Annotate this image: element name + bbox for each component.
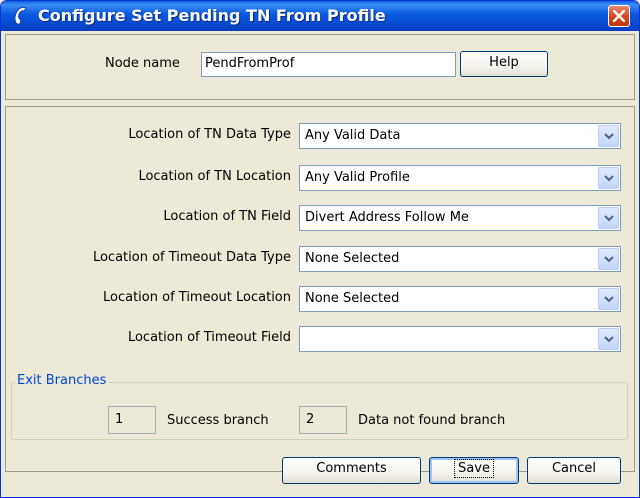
chevron-down-icon[interactable] xyxy=(598,167,619,189)
success-branch-number: 1 xyxy=(108,406,156,434)
cancel-button[interactable]: Cancel xyxy=(527,457,621,484)
tn-data-type-label: Location of TN Data Type xyxy=(128,127,291,142)
timeout-location-label: Location of Timeout Location xyxy=(103,290,291,305)
data-not-found-branch-label: Data not found branch xyxy=(358,413,506,428)
node-name-panel: Node name PendFromProf Help xyxy=(5,34,635,100)
timeout-data-type-value: None Selected xyxy=(305,251,400,266)
node-name-label: Node name xyxy=(105,56,180,71)
data-not-found-branch-number: 2 xyxy=(299,406,347,434)
phone-handset-icon xyxy=(11,5,33,27)
timeout-data-type-row: Location of Timeout Data Type xyxy=(1,246,291,272)
tn-location-label: Location of TN Location xyxy=(138,169,291,184)
chevron-down-icon[interactable] xyxy=(598,328,619,350)
tn-field-select[interactable]: Divert Address Follow Me xyxy=(299,205,621,231)
timeout-field-row: Location of Timeout Field xyxy=(1,326,291,352)
exit-branches-title: Exit Branches xyxy=(15,373,109,388)
title-bar[interactable]: Configure Set Pending TN From Profile xyxy=(1,1,639,31)
timeout-field-label: Location of Timeout Field xyxy=(127,330,291,345)
window-title: Configure Set Pending TN From Profile xyxy=(38,6,386,25)
tn-location-select[interactable]: Any Valid Profile xyxy=(299,165,621,191)
close-icon xyxy=(613,10,625,22)
chevron-down-icon[interactable] xyxy=(598,248,619,270)
comments-button[interactable]: Comments xyxy=(282,457,421,484)
tn-data-type-row: Location of TN Data Type xyxy=(1,123,291,149)
timeout-data-type-select[interactable]: None Selected xyxy=(299,246,621,272)
close-button[interactable] xyxy=(608,5,630,27)
chevron-down-icon[interactable] xyxy=(598,207,619,229)
tn-field-value: Divert Address Follow Me xyxy=(305,210,469,225)
timeout-location-select[interactable]: None Selected xyxy=(299,286,621,312)
help-button[interactable]: Help xyxy=(460,51,548,77)
chevron-down-icon[interactable] xyxy=(598,125,619,147)
timeout-location-value: None Selected xyxy=(305,291,400,306)
dialog-window: Configure Set Pending TN From Profile No… xyxy=(0,0,640,498)
timeout-data-type-label: Location of Timeout Data Type xyxy=(92,250,291,265)
tn-field-label: Location of TN Field xyxy=(163,209,291,224)
tn-data-type-select[interactable]: Any Valid Data xyxy=(299,123,621,149)
timeout-location-row: Location of Timeout Location xyxy=(1,286,291,312)
save-button[interactable]: Save xyxy=(429,457,519,484)
timeout-field-select[interactable] xyxy=(299,326,621,352)
tn-data-type-value: Any Valid Data xyxy=(305,128,401,143)
chevron-down-icon[interactable] xyxy=(598,288,619,310)
tn-location-value: Any Valid Profile xyxy=(305,170,410,185)
tn-location-row: Location of TN Location xyxy=(1,165,291,191)
tn-field-row: Location of TN Field xyxy=(1,205,291,231)
node-name-input[interactable]: PendFromProf xyxy=(201,52,456,77)
success-branch-label: Success branch xyxy=(167,413,269,428)
